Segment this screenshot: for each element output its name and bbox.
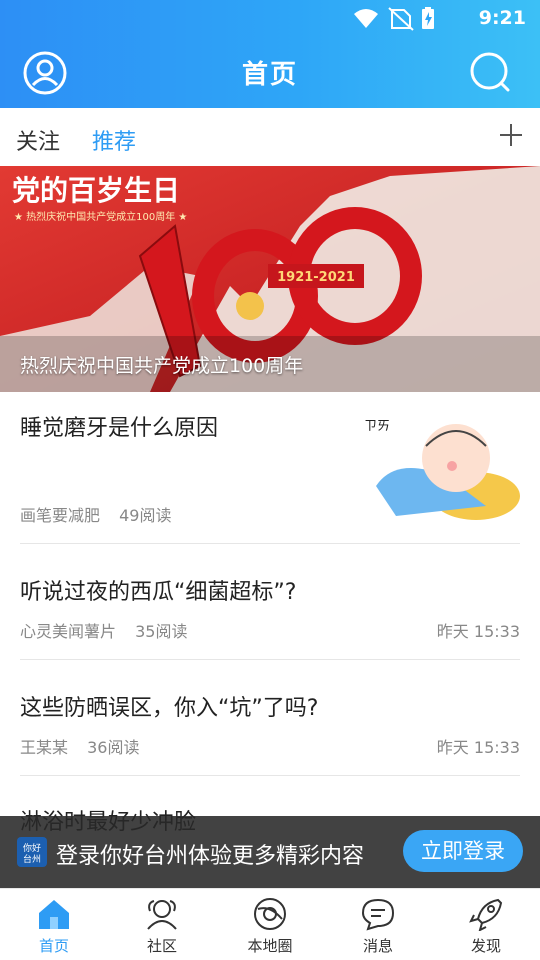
top-app-bar: 9:21 首页 — [0, 0, 540, 108]
status-bar: 9:21 — [0, 0, 540, 36]
article-item[interactable]: 睡觉磨牙是什么原因 画笔要减肥 49阅读 ㄗㄞ — [20, 392, 520, 544]
svg-text:台州: 台州 — [23, 853, 41, 865]
tab-recommend[interactable]: 推荐 — [92, 124, 136, 156]
nav-item-discover[interactable]: 发现 — [432, 889, 540, 960]
nav-label-community: 社区 — [146, 937, 177, 955]
banner-caption: 热烈庆祝中国共产党成立100周年 — [20, 355, 304, 377]
nav-label-home: 首页 — [38, 937, 69, 955]
search-button[interactable] — [468, 50, 514, 96]
article-meta: 王某某 36阅读 — [20, 734, 153, 758]
banner-years: 1921-2021 — [277, 270, 355, 285]
banner-headline: 党的百岁生日 — [12, 174, 180, 207]
nav-item-community[interactable]: 社区 — [108, 889, 216, 960]
bottom-nav: 首页 社区 本地圈 消息 发现 — [0, 888, 540, 960]
login-prompt-bar: 你好 台州 登录你好台州体验更多精彩内容 立即登录 — [0, 816, 540, 888]
nav-item-messages[interactable]: 消息 — [324, 889, 432, 960]
login-prompt-text: 登录你好台州体验更多精彩内容 — [56, 844, 365, 869]
article-title: 听说过夜的西瓜“细菌超标”? — [20, 580, 297, 605]
article-title: 这些防晒误区，你入“坑”了吗? — [20, 696, 319, 721]
rocket-icon — [469, 898, 503, 931]
battery-charging-icon — [422, 7, 434, 29]
local-circle-icon — [254, 898, 286, 930]
article-meta: 心灵美闻薯片 35阅读 — [20, 618, 201, 642]
nav-label-local-circle: 本地圈 — [247, 937, 293, 955]
message-icon — [361, 898, 395, 931]
page-title: 首页 — [241, 60, 298, 90]
hero-banner[interactable]: 党的百岁生日 ★ 热烈庆祝中国共产党成立100周年 ★ 1921-2021 热烈… — [0, 166, 540, 392]
article-author: 心灵美闻薯片 — [20, 622, 117, 641]
svg-text:ㄗㄞ: ㄗㄞ — [364, 419, 390, 434]
svg-text:你好: 你好 — [23, 842, 41, 854]
article-time: 昨天 15:33 — [436, 738, 520, 757]
feed-tabs: 关注 推荐 — [0, 108, 540, 166]
sleeping-baby-image: ㄗㄞ — [356, 406, 520, 522]
nav-label-discover: 发现 — [470, 937, 501, 955]
tab-follow[interactable]: 关注 — [16, 124, 60, 156]
nav-item-local-circle[interactable]: 本地圈 — [216, 889, 324, 960]
article-reads: 35阅读 — [135, 622, 188, 641]
article-meta: 画笔要减肥 49阅读 — [20, 502, 185, 526]
login-button[interactable]: 立即登录 — [403, 830, 523, 872]
status-time: 9:21 — [478, 7, 526, 29]
search-icon — [470, 52, 510, 92]
article-time: 昨天 15:33 — [436, 622, 520, 641]
article-author: 画笔要减肥 — [20, 506, 101, 525]
wifi-icon — [354, 9, 378, 28]
article-reads: 36阅读 — [87, 738, 140, 757]
article-thumbnail: ㄗㄞ — [356, 406, 520, 522]
nav-label-messages: 消息 — [362, 937, 393, 955]
app-logo: 你好 台州 — [17, 837, 47, 867]
app-logo-mark: 你好 台州 — [23, 842, 41, 865]
article-item[interactable]: 这些防晒误区，你入“坑”了吗? 王某某 36阅读 昨天 15:33 — [20, 660, 520, 776]
article-title: 睡觉磨牙是什么原因 — [20, 416, 219, 441]
article-reads: 49阅读 — [119, 506, 172, 525]
home-icon — [39, 900, 69, 929]
article-item[interactable]: 听说过夜的西瓜“细菌超标”? 心灵美闻薯片 35阅读 昨天 15:33 — [20, 544, 520, 660]
add-channel-button[interactable] — [498, 122, 524, 148]
nav-item-home[interactable]: 首页 — [0, 889, 108, 960]
community-icon — [147, 900, 177, 930]
article-author: 王某某 — [20, 738, 69, 757]
plus-icon — [500, 124, 522, 146]
no-sim-icon — [388, 7, 414, 31]
banner-subline: ★ 热烈庆祝中国共产党成立100周年 ★ — [14, 210, 187, 223]
status-icons — [352, 6, 462, 36]
